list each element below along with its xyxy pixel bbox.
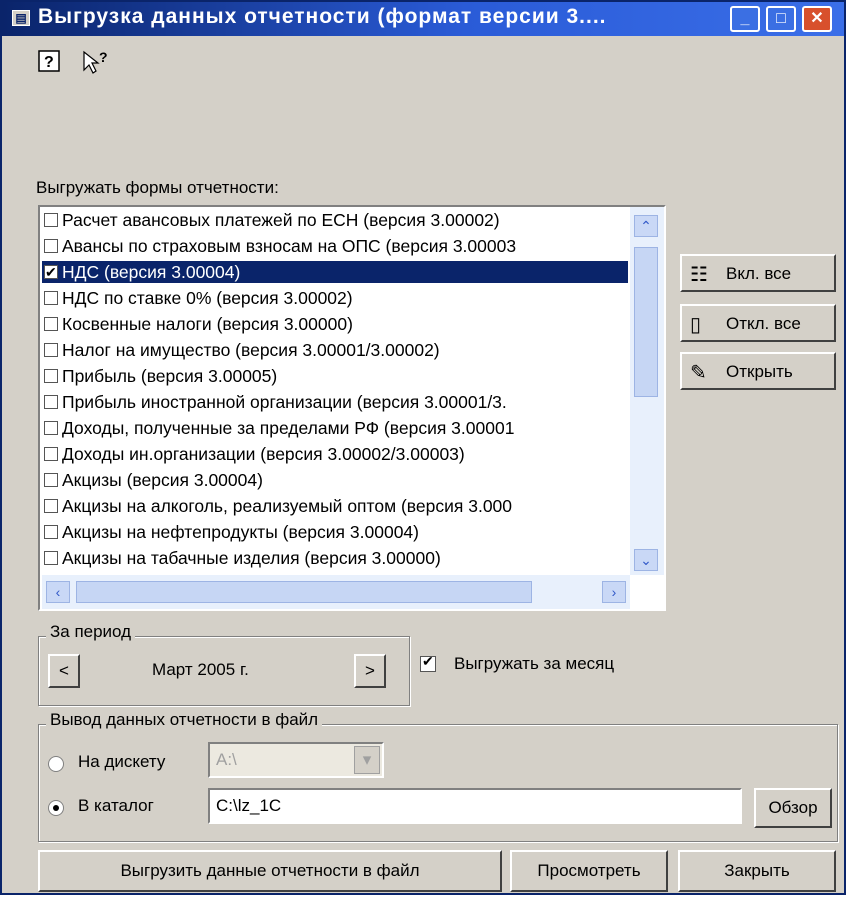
disable-all-button[interactable]: ▯ Откл. все (680, 304, 836, 342)
form-label: Доходы ин.организации (версия 3.00002/3.… (62, 444, 465, 464)
floppy-drive-select[interactable]: A:\ ▾ (208, 742, 384, 778)
scroll-down-icon[interactable]: ⌄ (634, 549, 658, 571)
open-label: Открыть (726, 362, 793, 381)
form-checkbox[interactable] (44, 525, 58, 540)
form-label: Акцизы на табачные изделия (версия 3.000… (62, 548, 441, 568)
form-label: НДС (версия 3.00004) (62, 262, 241, 282)
floppy-radio[interactable] (48, 756, 64, 772)
horizontal-scroll-thumb[interactable] (76, 581, 532, 603)
title-bar[interactable]: ▤ Выгрузка данных отчетности (формат вер… (2, 2, 844, 36)
open-button[interactable]: ✎ Открыть (680, 352, 836, 390)
vertical-scrollbar[interactable]: ⌃ ⌄ (630, 207, 664, 575)
floppy-label: На дискету (78, 752, 166, 771)
list-item[interactable]: НДС по ставке 0% (версия 3.00002) (42, 287, 628, 309)
svg-text:?: ? (99, 50, 108, 65)
form-label: Акцизы на алкоголь, реализуемый оптом (в… (62, 496, 513, 516)
form-checkbox[interactable] (44, 499, 58, 514)
forms-label: Выгружать формы отчетности: (36, 178, 279, 197)
checklist-off-icon: ▯ (690, 314, 702, 336)
minimize-button[interactable]: _ (730, 6, 760, 32)
form-label: Прибыль (версия 3.00005) (62, 366, 278, 386)
enable-all-label: Вкл. все (726, 264, 792, 283)
list-item[interactable]: Прибыль иностранной организации (версия … (42, 391, 628, 413)
preview-button[interactable]: Просмотреть (510, 850, 668, 892)
horizontal-scrollbar[interactable]: ‹ › (42, 575, 630, 609)
folder-radio[interactable] (48, 800, 64, 816)
scroll-right-icon[interactable]: › (602, 581, 626, 603)
folder-label: В каталог (78, 796, 154, 815)
list-item[interactable]: Акцизы на табачные изделия (версия 3.000… (42, 547, 628, 569)
form-checkbox[interactable] (44, 447, 58, 462)
output-legend: Вывод данных отчетности в файл (46, 710, 323, 730)
form-checkbox[interactable] (44, 473, 58, 488)
form-checkbox[interactable] (44, 291, 58, 306)
list-item[interactable]: Расчет авансовых платежей по ЕСН (версия… (42, 209, 628, 231)
form-checkbox[interactable] (44, 261, 58, 283)
list-item[interactable]: НДС (версия 3.00004) (42, 261, 628, 283)
edit-document-icon: ✎ (690, 362, 707, 384)
export-button[interactable]: Выгрузить данные отчетности в файл (38, 850, 502, 892)
form-label: Акцизы (версия 3.00004) (62, 470, 263, 490)
folder-path-input[interactable]: C:\lz_1C (208, 788, 742, 824)
list-item[interactable]: Косвенные налоги (версия 3.00000) (42, 313, 628, 335)
form-label: Акцизы на нефтепродукты (версия 3.00004) (62, 522, 419, 542)
list-item[interactable]: Акцизы на алкоголь, реализуемый оптом (в… (42, 495, 628, 517)
disable-all-label: Откл. все (726, 314, 801, 333)
form-label: НДС по ставке 0% (версия 3.00002) (62, 288, 353, 308)
vertical-scroll-thumb[interactable] (634, 247, 658, 397)
close-window-button[interactable]: ✕ (802, 6, 832, 32)
form-checkbox[interactable] (44, 213, 58, 228)
form-checkbox[interactable] (44, 421, 58, 436)
period-prev-button[interactable]: < (48, 654, 80, 688)
context-help-icon[interactable]: ? (82, 49, 112, 82)
scroll-left-icon[interactable]: ‹ (46, 581, 70, 603)
period-next-button[interactable]: > (354, 654, 386, 688)
enable-all-button[interactable]: ☷ Вкл. все (680, 254, 836, 292)
app-icon: ▤ (12, 10, 30, 26)
list-item[interactable]: Акцизы (версия 3.00004) (42, 469, 628, 491)
close-button[interactable]: Закрыть (678, 850, 836, 892)
floppy-drive-value: A:\ (216, 750, 237, 769)
form-label: Доходы, полученные за пределами РФ (верс… (62, 418, 515, 438)
checklist-on-icon: ☷ (690, 264, 708, 286)
chevron-down-icon[interactable]: ▾ (354, 746, 380, 774)
form-label: Налог на имущество (версия 3.00001/3.000… (62, 340, 440, 360)
export-dialog-window: ▤ Выгрузка данных отчетности (формат вер… (0, 0, 846, 895)
form-checkbox[interactable] (44, 395, 58, 410)
list-item[interactable]: Акцизы на нефтепродукты (версия 3.00004) (42, 521, 628, 543)
maximize-button[interactable]: □ (766, 6, 796, 32)
by-month-label: Выгружать за месяц (454, 654, 615, 673)
browse-button[interactable]: Обзор (754, 788, 832, 828)
help-icon[interactable]: ? (38, 50, 60, 78)
window-title: Выгрузка данных отчетности (формат верси… (38, 5, 607, 28)
period-value: Март 2005 г. (152, 660, 249, 679)
scroll-up-icon[interactable]: ⌃ (634, 215, 658, 237)
form-label: Прибыль иностранной организации (версия … (62, 392, 507, 412)
period-legend: За период (46, 622, 136, 642)
form-label: Косвенные налоги (версия 3.00000) (62, 314, 353, 334)
form-checkbox[interactable] (44, 343, 58, 358)
form-checkbox[interactable] (44, 369, 58, 384)
list-item[interactable]: Доходы ин.организации (версия 3.00002/3.… (42, 443, 628, 465)
form-checkbox[interactable] (44, 239, 58, 254)
list-item[interactable]: Авансы по страховым взносам на ОПС (верс… (42, 235, 628, 257)
svg-text:?: ? (44, 54, 54, 71)
form-label: Авансы по страховым взносам на ОПС (верс… (62, 236, 517, 256)
list-item[interactable]: Налог на имущество (версия 3.00001/3.000… (42, 339, 628, 361)
by-month-checkbox[interactable] (420, 653, 436, 672)
form-checkbox[interactable] (44, 317, 58, 332)
form-label: Расчет авансовых платежей по ЕСН (версия… (62, 210, 500, 230)
form-checkbox[interactable] (44, 551, 58, 566)
list-item[interactable]: Прибыль (версия 3.00005) (42, 365, 628, 387)
report-forms-list[interactable]: Расчет авансовых платежей по ЕСН (версия… (38, 205, 666, 611)
output-group (38, 724, 838, 842)
list-item[interactable]: Доходы, полученные за пределами РФ (верс… (42, 417, 628, 439)
